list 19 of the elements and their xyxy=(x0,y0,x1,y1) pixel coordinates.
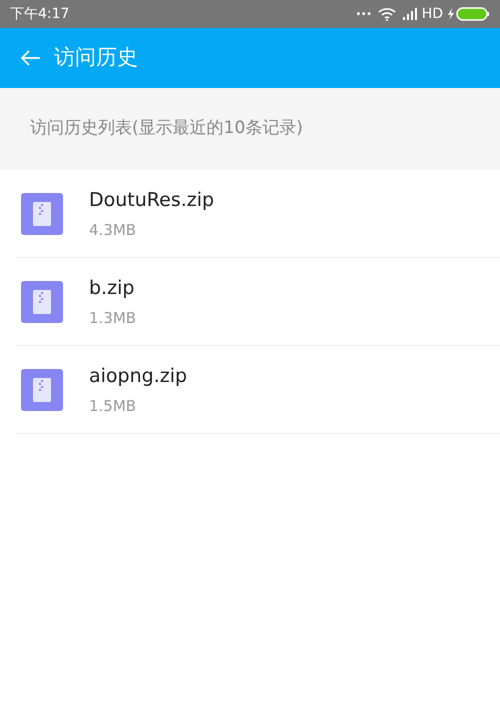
zip-file-icon xyxy=(21,368,63,410)
wifi-icon xyxy=(378,7,396,21)
back-icon[interactable] xyxy=(20,50,42,66)
network-type: HD xyxy=(422,4,443,24)
signal-icon xyxy=(402,8,418,20)
file-name[interactable]: DoutuRes.zip xyxy=(89,186,214,214)
section-header: 访问历史列表(显示最近的10条记录) xyxy=(30,117,303,140)
file-size: 4.3MB xyxy=(89,220,138,240)
file-name[interactable]: b.zip xyxy=(89,274,136,302)
zip-file-icon xyxy=(21,280,63,322)
file-size: 1.3MB xyxy=(89,308,136,328)
file-size: 1.5MB xyxy=(89,396,138,416)
status-time: 下午4:17 xyxy=(10,4,70,24)
file-name[interactable]: aiopng.zip xyxy=(89,362,188,390)
page-title: 访问历史 xyxy=(54,44,138,72)
battery-icon xyxy=(456,7,490,21)
zip-file-icon xyxy=(21,192,63,234)
charging-icon xyxy=(447,8,454,20)
more-notifications: ... xyxy=(356,4,372,18)
